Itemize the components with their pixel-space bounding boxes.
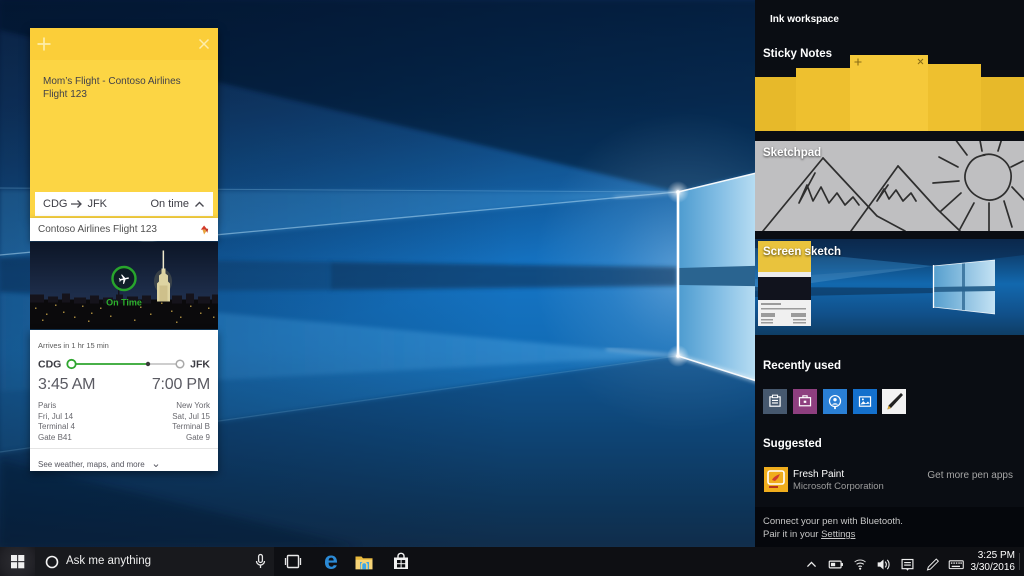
svg-text:JFK: JFK — [190, 359, 210, 371]
svg-text:On Time: On Time — [106, 298, 142, 308]
svg-text:CDG: CDG — [38, 359, 61, 371]
